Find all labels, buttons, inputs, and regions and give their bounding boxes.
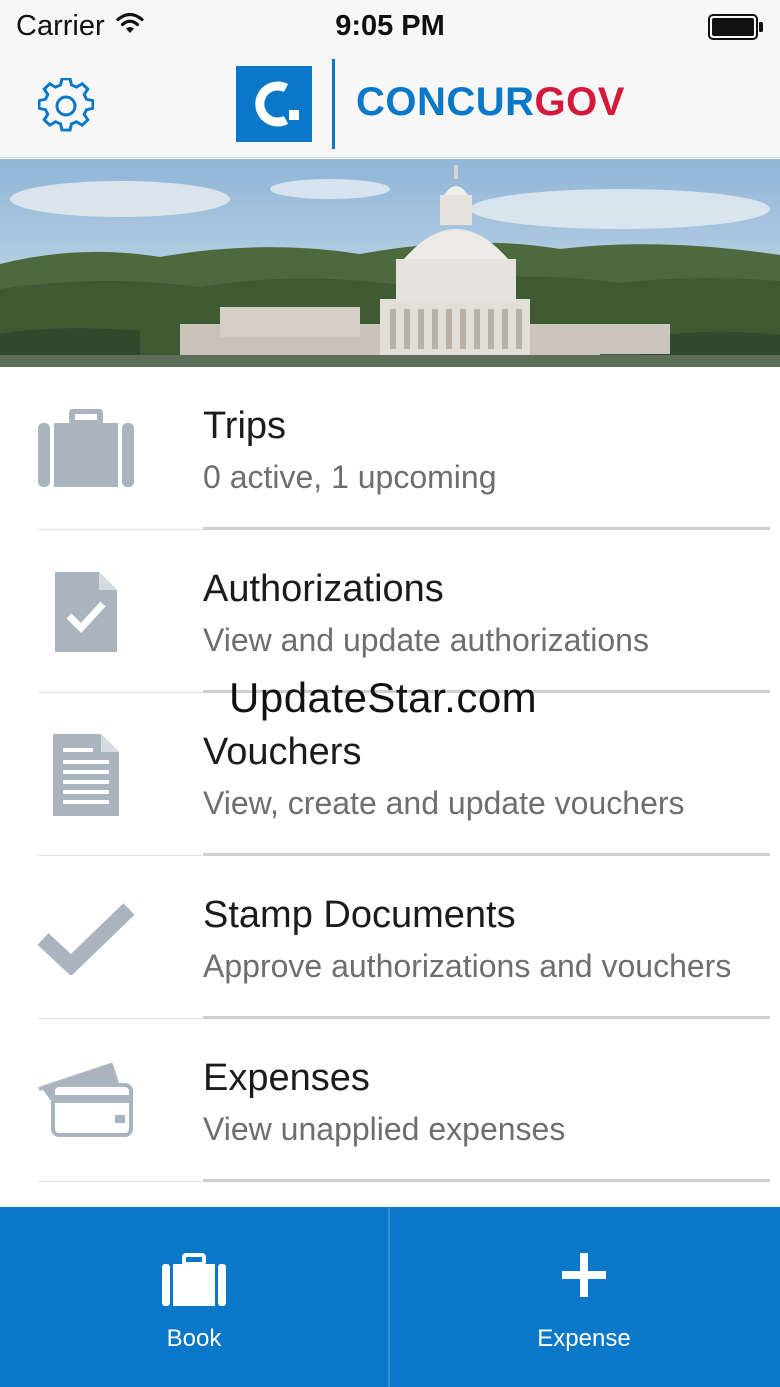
menu-item-trips[interactable]: Trips 0 active, 1 upcoming (0, 367, 780, 530)
expense-button[interactable]: Expense (390, 1207, 778, 1387)
row-divider (38, 1181, 202, 1182)
menu-item-subtitle: 0 active, 1 upcoming (203, 459, 497, 495)
status-bar: Carrier 9:05 PM (0, 0, 780, 54)
menu-item-subtitle: View and update authorizations (203, 622, 649, 658)
brand-name: CONCURGOV (356, 80, 625, 125)
menu-item-title: Expenses (203, 1057, 370, 1099)
book-label: Book (166, 1325, 222, 1352)
watermark-text: UpdateStar.com (229, 674, 538, 721)
menu-item-title: Authorizations (203, 568, 444, 610)
menu-item-title: Vouchers (203, 731, 362, 773)
menu-item-subtitle: View unapplied expenses (203, 1111, 566, 1147)
menu-item-title: Stamp Documents (203, 894, 516, 936)
briefcase-icon (36, 367, 136, 530)
plus-icon (390, 1253, 778, 1309)
brand-name-gov: GOV (534, 80, 625, 124)
expense-label: Expense (537, 1325, 631, 1352)
bottom-action-bar: Book Expense (0, 1207, 780, 1387)
menu-item-authorizations[interactable]: Authorizations View and update authoriza… (0, 530, 780, 693)
document-lines-icon (36, 693, 136, 856)
credit-card-icon (36, 1019, 136, 1182)
menu-item-title: Trips (203, 405, 287, 447)
gear-icon[interactable] (37, 77, 95, 134)
status-time: 9:05 PM (335, 10, 445, 42)
briefcase-icon (0, 1253, 388, 1309)
logo-divider (332, 59, 335, 149)
menu-item-expenses[interactable]: Expenses View unapplied expenses (0, 1019, 780, 1182)
row-divider (203, 1179, 770, 1182)
capitol-banner-image (0, 159, 780, 367)
battery-icon (708, 14, 764, 40)
menu-list: Trips 0 active, 1 upcoming Authorization… (0, 367, 780, 1182)
menu-item-subtitle: View, create and update vouchers (203, 785, 685, 821)
book-button[interactable]: Book (0, 1207, 388, 1387)
checkmark-icon (36, 856, 136, 1019)
menu-item-stamp-documents[interactable]: Stamp Documents Approve authorizations a… (0, 856, 780, 1019)
menu-item-subtitle: Approve authorizations and vouchers (203, 948, 732, 984)
document-check-icon (36, 530, 136, 693)
app-header: CONCURGOV (0, 54, 780, 158)
brand-name-concur: CONCUR (356, 80, 535, 124)
concur-logo (236, 66, 312, 142)
